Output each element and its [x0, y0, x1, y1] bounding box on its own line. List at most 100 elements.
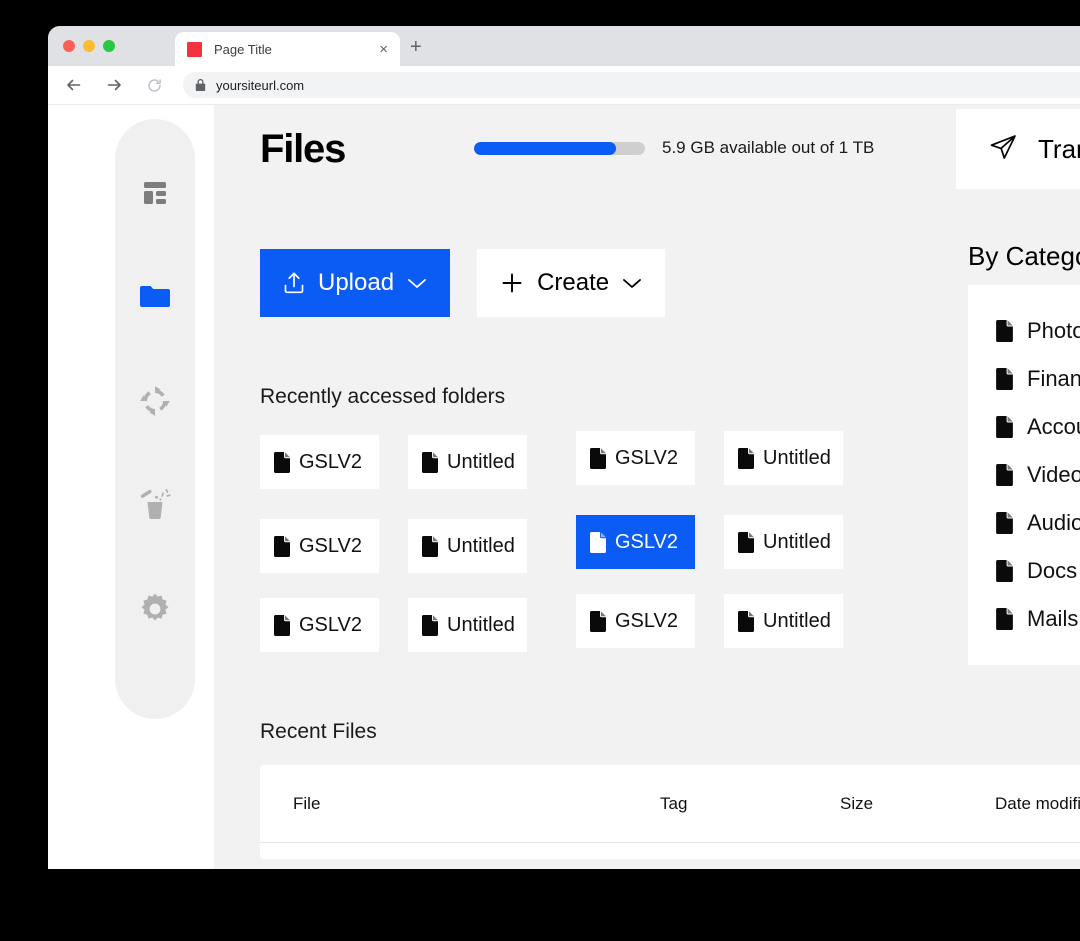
- folder-card[interactable]: Untitled: [724, 594, 843, 648]
- maximize-window-button[interactable]: [103, 40, 115, 52]
- category-item[interactable]: Videos: [996, 451, 1080, 499]
- forward-arrow-icon[interactable]: [99, 70, 129, 100]
- folder-card[interactable]: GSLV2: [576, 594, 695, 648]
- window-traffic-lights: [63, 40, 115, 52]
- category-item[interactable]: Mails: [996, 595, 1080, 643]
- plus-icon: [500, 271, 524, 295]
- sidebar-item-sync[interactable]: [133, 379, 177, 423]
- browser-tab[interactable]: Page Title ×: [175, 32, 400, 66]
- document-icon: [738, 610, 754, 632]
- folder-card[interactable]: GSLV2: [576, 431, 695, 485]
- upload-button-label: Upload: [318, 269, 395, 296]
- category-item[interactable]: Photos: [996, 307, 1080, 355]
- category-item-label: Videos: [1027, 462, 1080, 487]
- document-icon: [274, 614, 290, 636]
- storage-indicator: 5.9 GB available out of 1 TB: [474, 138, 874, 158]
- chevron-down-icon: [622, 277, 642, 289]
- folder-card-label: Untitled: [763, 609, 831, 632]
- upload-tray-icon: [283, 271, 305, 295]
- folder-card-selected[interactable]: GSLV2: [576, 515, 695, 569]
- table-column-tag[interactable]: Tag: [660, 794, 840, 814]
- document-icon: [590, 447, 606, 469]
- folder-card-label: Untitled: [447, 613, 515, 636]
- transfer-label: Transfer: [1038, 133, 1080, 164]
- document-icon: [590, 531, 606, 553]
- folder-card-label: Untitled: [447, 450, 515, 473]
- new-tab-button[interactable]: +: [410, 37, 422, 57]
- sidebar-rail: [115, 119, 195, 719]
- folder-card[interactable]: Untitled: [408, 435, 527, 489]
- category-heading: By Category: [968, 241, 1080, 271]
- document-icon: [996, 560, 1013, 582]
- sidebar-item-trash[interactable]: [133, 483, 177, 527]
- sidebar: [48, 105, 214, 869]
- tab-favicon-icon: [187, 41, 202, 57]
- folder-card-label: Untitled: [763, 530, 831, 553]
- recent-files-table: File Tag Size Date modified: [260, 765, 1080, 859]
- table-body: [260, 843, 1080, 859]
- document-icon: [590, 610, 606, 632]
- folder-card[interactable]: GSLV2: [260, 598, 379, 652]
- document-icon: [422, 451, 438, 473]
- folder-card[interactable]: Untitled: [724, 515, 843, 569]
- table-column-file[interactable]: File: [260, 794, 660, 814]
- page-title: Files: [260, 127, 346, 171]
- main-content: Files 5.9 GB available out of 1 TB Trans…: [214, 105, 1080, 869]
- category-item-label: Photos: [1027, 318, 1080, 343]
- transfer-button[interactable]: Transfer: [956, 109, 1080, 189]
- close-window-button[interactable]: [63, 40, 75, 52]
- document-icon: [422, 614, 438, 636]
- browser-tabstrip: Page Title × +: [48, 26, 1080, 66]
- close-icon[interactable]: ×: [379, 42, 388, 57]
- category-item-label: Mails: [1027, 606, 1079, 631]
- category-item-label: Finance: [1027, 366, 1080, 391]
- folder-card[interactable]: Untitled: [724, 431, 843, 485]
- address-input[interactable]: yoursiteurl.com: [183, 72, 1080, 98]
- folder-card[interactable]: GSLV2: [260, 519, 379, 573]
- document-icon: [996, 368, 1013, 390]
- folder-card-label: GSLV2: [299, 613, 362, 636]
- category-item[interactable]: Accounts: [996, 403, 1080, 451]
- table-column-date-modified[interactable]: Date modified: [995, 794, 1080, 814]
- document-icon: [274, 535, 290, 557]
- folder-card-label: Untitled: [763, 446, 831, 469]
- app-body: Files 5.9 GB available out of 1 TB Trans…: [48, 105, 1080, 869]
- folder-card-label: GSLV2: [615, 609, 678, 632]
- folder-card-label: GSLV2: [615, 530, 678, 553]
- storage-progress-fill: [474, 141, 616, 155]
- document-icon: [274, 451, 290, 473]
- sidebar-item-files[interactable]: [133, 275, 177, 319]
- category-item-label: Audio: [1027, 510, 1080, 535]
- folder-card[interactable]: Untitled: [408, 598, 527, 652]
- folder-card[interactable]: Untitled: [408, 519, 527, 573]
- category-item[interactable]: Finance: [996, 355, 1080, 403]
- category-item-label: Docs: [1027, 558, 1078, 583]
- category-panel: Photos Finance Accounts Videos Audio Docs Mail…: [968, 285, 1080, 665]
- lock-icon: [195, 78, 206, 92]
- document-icon: [996, 320, 1013, 342]
- document-icon: [738, 447, 754, 469]
- folder-card[interactable]: GSLV2: [260, 435, 379, 489]
- category-item[interactable]: Docs: [996, 547, 1080, 595]
- document-icon: [422, 535, 438, 557]
- storage-progress-bar: [474, 141, 645, 155]
- reload-icon[interactable]: [139, 70, 169, 100]
- category-item[interactable]: Audio: [996, 499, 1080, 547]
- document-icon: [996, 512, 1013, 534]
- sidebar-item-settings[interactable]: [133, 587, 177, 631]
- create-button[interactable]: Create: [477, 249, 666, 317]
- recent-files-heading: Recent Files: [260, 720, 377, 743]
- folder-card-label: Untitled: [447, 534, 515, 557]
- back-arrow-icon[interactable]: [59, 70, 89, 100]
- tab-title: Page Title: [214, 41, 272, 57]
- table-column-size[interactable]: Size: [840, 794, 995, 814]
- sidebar-item-dashboard[interactable]: [133, 171, 177, 215]
- file-actions-toolbar: Upload Create: [260, 249, 666, 317]
- chevron-down-icon: [407, 277, 427, 289]
- category-item-label: Accounts: [1027, 414, 1080, 439]
- create-button-label: Create: [537, 269, 610, 296]
- minimize-window-button[interactable]: [83, 40, 95, 52]
- document-icon: [738, 531, 754, 553]
- document-icon: [996, 608, 1013, 630]
- upload-button[interactable]: Upload: [260, 249, 451, 317]
